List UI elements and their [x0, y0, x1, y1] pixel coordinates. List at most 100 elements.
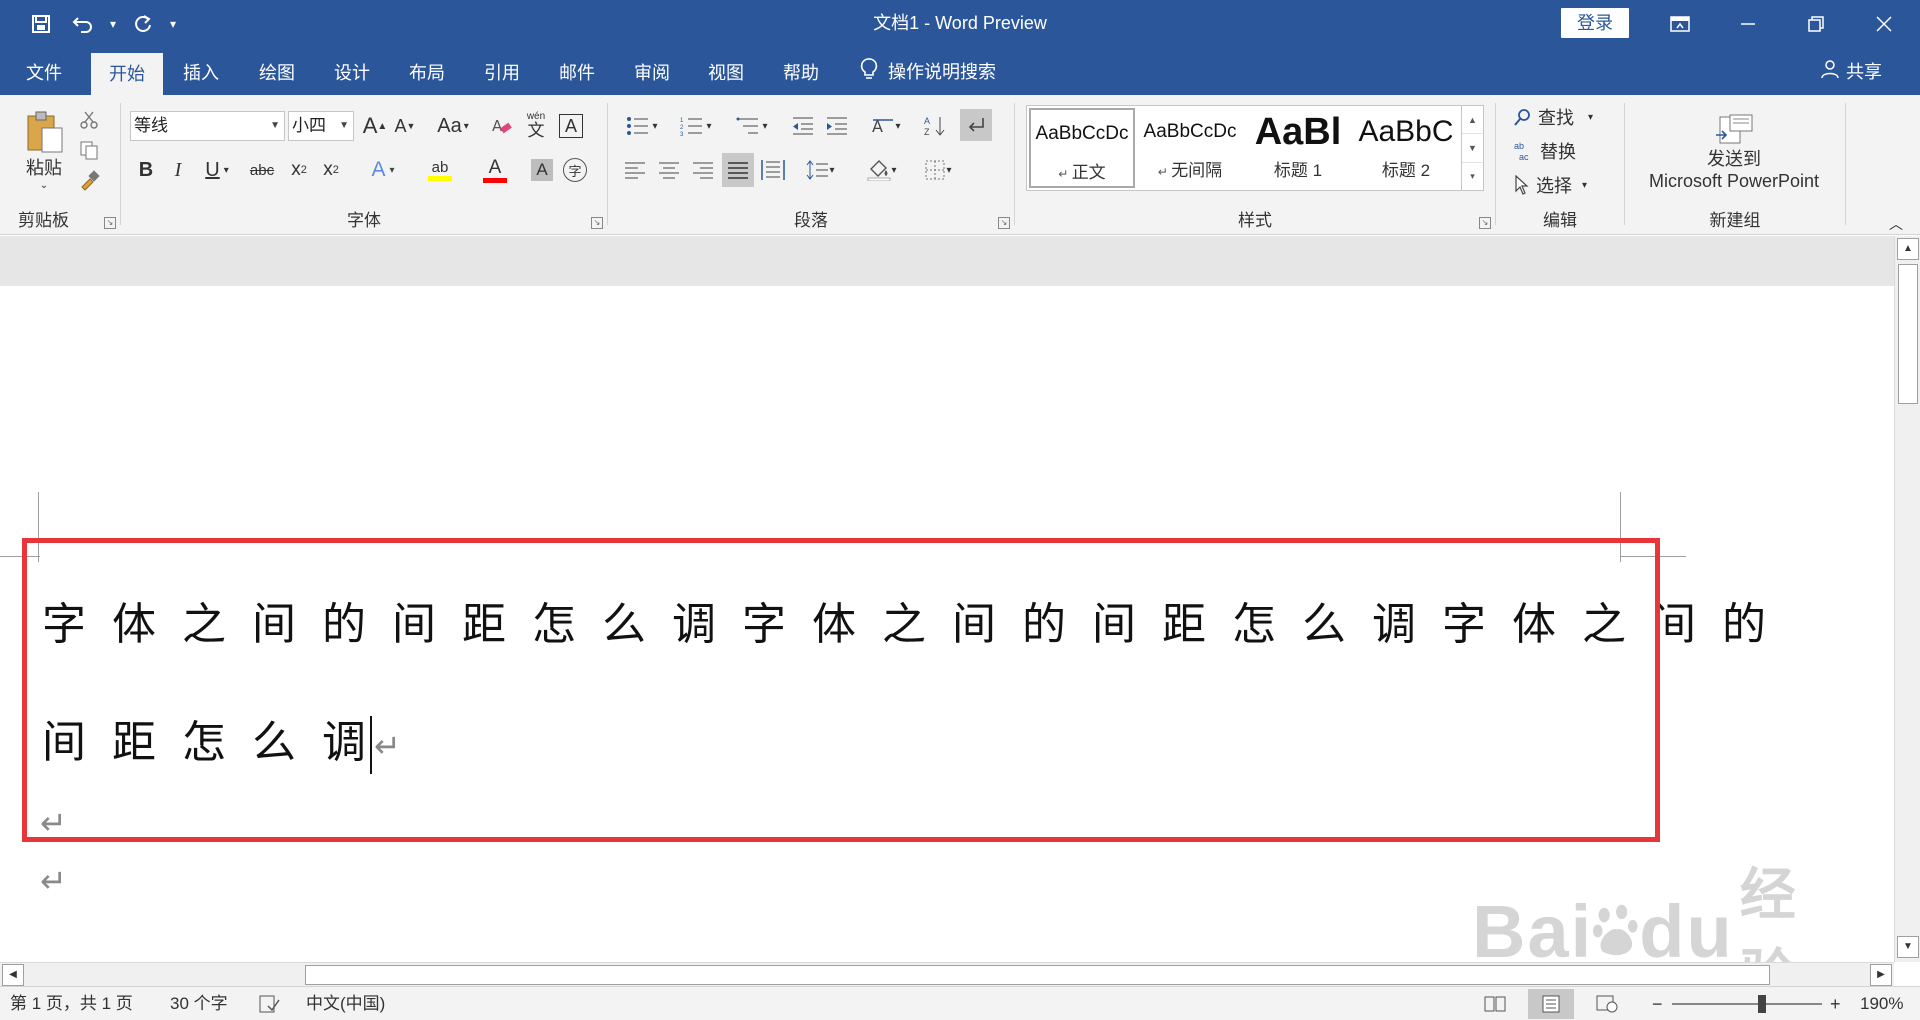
zoom-in-button[interactable]: + — [1830, 987, 1841, 1020]
copy-icon[interactable] — [76, 137, 102, 163]
chinese-layout-icon[interactable]: A ▾ — [864, 111, 908, 141]
vertical-scroll-thumb[interactable] — [1898, 264, 1918, 404]
style-normal[interactable]: AaBbCcDc ↵ 正文 — [1029, 108, 1135, 188]
increase-indent-icon[interactable] — [822, 111, 852, 141]
align-center-icon[interactable] — [654, 155, 684, 185]
ribbon-display-icon[interactable] — [1646, 0, 1714, 47]
collapse-ribbon-icon[interactable]: ︿ — [1884, 215, 1908, 233]
underline-button[interactable]: U ▾ — [197, 155, 237, 185]
tab-mailings[interactable]: 邮件 — [544, 47, 610, 95]
zoom-slider[interactable] — [1672, 1003, 1822, 1005]
editing-group: 查找 ▾ ab ac 替换 选择 ▾ 编辑 — [1496, 95, 1624, 235]
numbering-icon[interactable]: 1 2 3 ▾ — [674, 111, 718, 141]
minimize-icon[interactable] — [1714, 0, 1782, 47]
italic-button[interactable]: I — [165, 155, 191, 185]
scroll-down-icon[interactable]: ▼ — [1897, 936, 1919, 958]
read-mode-icon[interactable] — [1472, 989, 1518, 1019]
select-button[interactable]: 选择 ▾ — [1514, 171, 1614, 199]
redo-icon[interactable] — [124, 8, 162, 40]
bold-button[interactable]: B — [133, 155, 159, 185]
format-painter-icon[interactable] — [76, 167, 102, 193]
tab-view[interactable]: 视图 — [693, 47, 759, 95]
tab-home[interactable]: 开始 — [91, 53, 163, 95]
character-shading-button[interactable]: A — [529, 155, 555, 185]
page-count[interactable]: 第 1 页，共 1 页 — [10, 987, 133, 1020]
styles-launcher-icon[interactable]: ↘ — [1479, 217, 1491, 229]
change-case-button[interactable]: Aa ▾ — [431, 111, 475, 141]
show-hide-marks-icon[interactable] — [960, 109, 992, 141]
proofing-icon[interactable] — [258, 987, 280, 1020]
justify-icon[interactable] — [722, 153, 754, 187]
line-spacing-icon[interactable]: ▾ — [798, 155, 842, 185]
login-button[interactable]: 登录 — [1561, 8, 1629, 38]
distributed-align-icon[interactable] — [758, 155, 788, 185]
word-count[interactable]: 30 个字 — [170, 987, 228, 1020]
multilevel-list-icon[interactable]: ▾ — [730, 111, 774, 141]
style-heading-1[interactable]: AaBl 标题 1 — [1245, 108, 1351, 188]
restore-icon[interactable] — [1782, 0, 1850, 47]
vertical-scrollbar[interactable]: ▲ ▼ — [1894, 236, 1920, 962]
tab-review[interactable]: 审阅 — [619, 47, 685, 95]
phonetic-guide-button[interactable]: wén 文 — [521, 107, 551, 143]
share-button[interactable]: 共享 — [1820, 47, 1882, 95]
save-icon[interactable] — [22, 8, 60, 40]
font-launcher-icon[interactable]: ↘ — [591, 217, 603, 229]
gallery-up-icon[interactable]: ▲ — [1462, 106, 1483, 135]
horizontal-scroll-thumb[interactable] — [305, 965, 1770, 985]
style-heading-2[interactable]: AaBbC 标题 2 — [1353, 108, 1459, 188]
grow-font-button[interactable]: A ▲ — [361, 111, 389, 141]
align-right-icon[interactable] — [688, 155, 718, 185]
tab-design[interactable]: 设计 — [319, 47, 385, 95]
find-button[interactable]: 查找 ▾ — [1514, 103, 1614, 131]
subscript-button[interactable]: x2 — [285, 155, 313, 185]
superscript-button[interactable]: x2 — [317, 155, 345, 185]
align-left-icon[interactable] — [620, 155, 650, 185]
cut-icon[interactable] — [76, 107, 102, 133]
shading-icon[interactable]: ▾ — [860, 155, 904, 185]
paste-button[interactable]: 粘贴 ⌄ — [18, 103, 70, 197]
sort-icon[interactable]: AZ — [920, 111, 950, 141]
replace-button[interactable]: ab ac 替换 — [1514, 137, 1614, 165]
decrease-indent-icon[interactable] — [788, 111, 818, 141]
document-page[interactable]: 字体之间的间距怎么调字体之间的间距怎么调字体之间的 间距怎么调↵ ↵ ↵ — [0, 286, 1894, 962]
text-effects-button[interactable]: A ▾ — [361, 155, 405, 185]
close-icon[interactable] — [1850, 0, 1918, 47]
web-layout-icon[interactable] — [1584, 989, 1630, 1019]
strikethrough-button[interactable]: abc — [245, 155, 279, 185]
scroll-left-icon[interactable]: ◀ — [2, 964, 24, 986]
gallery-down-icon[interactable]: ▼ — [1462, 134, 1483, 163]
gallery-more-icon[interactable]: ▾ — [1462, 163, 1483, 190]
zoom-slider-thumb[interactable] — [1758, 995, 1766, 1013]
tab-draw[interactable]: 绘图 — [244, 47, 310, 95]
tab-file[interactable]: 文件 — [12, 47, 76, 95]
bullets-icon[interactable]: ▾ — [620, 111, 664, 141]
horizontal-scrollbar[interactable]: ◀ ▶ — [0, 962, 1894, 986]
shrink-font-button[interactable]: A ▼ — [391, 111, 419, 141]
zoom-out-button[interactable]: − — [1652, 987, 1663, 1020]
send-to-powerpoint-button[interactable]: 发送到 Microsoft PowerPoint — [1639, 105, 1829, 201]
customize-qat-icon[interactable]: ▾ — [166, 8, 180, 40]
style-no-spacing[interactable]: AaBbCcDc ↵ 无间隔 — [1137, 108, 1243, 188]
undo-dropdown-icon[interactable]: ▾ — [106, 8, 120, 40]
font-color-button[interactable]: A — [473, 155, 517, 185]
zoom-level[interactable]: 190% — [1860, 987, 1903, 1020]
tab-references[interactable]: 引用 — [469, 47, 535, 95]
font-size-combo[interactable]: 小四 ▼ — [288, 111, 354, 141]
paragraph-launcher-icon[interactable]: ↘ — [998, 217, 1010, 229]
clear-formatting-icon[interactable]: A — [487, 111, 517, 141]
enclose-characters-button[interactable]: 字 — [561, 155, 589, 185]
scroll-up-icon[interactable]: ▲ — [1897, 238, 1919, 260]
undo-icon[interactable] — [64, 8, 102, 40]
tab-layout[interactable]: 布局 — [394, 47, 460, 95]
tab-insert[interactable]: 插入 — [168, 47, 234, 95]
print-layout-icon[interactable] — [1528, 989, 1574, 1019]
font-name-combo[interactable]: 等线 ▼ — [130, 111, 285, 141]
tell-me-search[interactable]: 操作说明搜索 — [860, 47, 996, 95]
tab-help[interactable]: 帮助 — [768, 47, 834, 95]
language-indicator[interactable]: 中文(中国) — [306, 987, 385, 1020]
borders-icon[interactable]: ▾ — [916, 155, 960, 185]
scroll-right-icon[interactable]: ▶ — [1870, 964, 1892, 986]
character-border-button[interactable]: A — [557, 111, 585, 141]
clipboard-launcher-icon[interactable]: ↘ — [104, 217, 116, 229]
highlight-button[interactable]: ab — [415, 155, 465, 185]
